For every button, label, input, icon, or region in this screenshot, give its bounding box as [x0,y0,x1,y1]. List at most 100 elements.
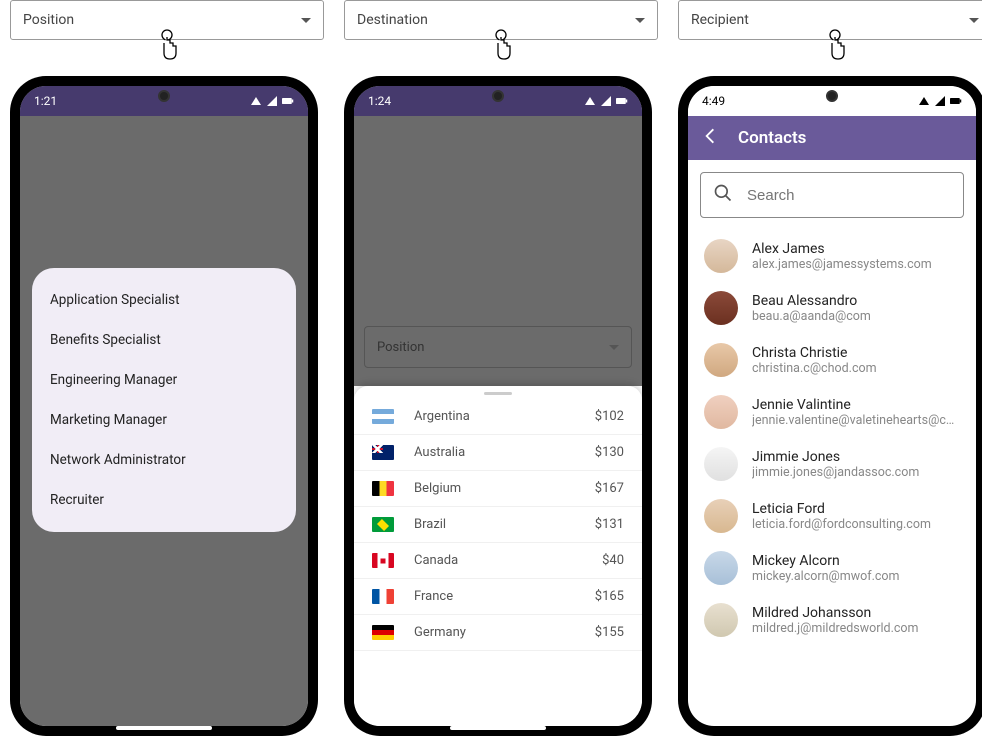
status-icons [918,95,962,107]
nav-pill [784,726,880,730]
country-price: $155 [595,625,624,640]
country-row[interactable]: Canada$40 [354,543,642,579]
recipient-dropdown[interactable]: Recipient [678,0,982,40]
phone-screen-3: 4:49 Contacts [688,86,976,726]
country-name: Germany [414,625,595,640]
contact-name: Jennie Valintine [752,397,960,413]
country-row[interactable]: Brazil$131 [354,507,642,543]
contact-row[interactable]: Mildred Johanssonmildred.j@mildredsworld… [688,594,976,646]
contact-name: Mickey Alcorn [752,553,960,569]
country-name: France [414,589,595,604]
contact-email: christina.c@chod.com [752,361,960,376]
status-time: 1:21 [34,94,57,108]
nav-pill [116,726,212,730]
country-price: $130 [595,445,624,460]
contact-row[interactable]: Mickey Alcornmickey.alcorn@mwof.com [688,542,976,594]
country-price: $131 [595,517,624,532]
contact-list: Alex Jamesalex.james@jamessystems.com Bea… [688,230,976,656]
pointer-cursor-icon [821,29,849,67]
contacts-appbar: Contacts [688,116,976,160]
contact-row[interactable]: Christa Christiechristina.c@chod.com [688,334,976,386]
contact-name: Alex James [752,241,960,257]
phone-screen-1: 1:21 Application Specialist Benefits Spe… [20,86,308,726]
contact-email: leticia.ford@fordconsulting.com [752,517,960,532]
search-box[interactable] [700,172,964,218]
flag-icon [372,553,394,568]
contact-row[interactable]: Beau Alessandrobeau.a@aanda@com [688,282,976,334]
contact-name: Christa Christie [752,345,960,361]
position-popup-list: Application Specialist Benefits Speciali… [32,268,296,532]
destination-dropdown[interactable]: Destination [344,0,658,40]
country-row[interactable]: Argentina$102 [354,399,642,435]
position-field-behind[interactable]: Position [364,326,632,368]
dropdown-label: Destination [357,12,428,28]
popup-item[interactable]: Benefits Specialist [32,320,296,360]
avatar [704,603,738,637]
chevron-down-icon [635,18,645,23]
contact-info: Christa Christiechristina.c@chod.com [752,345,960,376]
country-name: Australia [414,445,595,460]
phone-mockup-2: 1:24 Position Argentina$102Australia$130… [344,76,652,736]
country-row[interactable]: Belgium$167 [354,471,642,507]
contact-name: Jimmie Jones [752,449,960,465]
search-input[interactable] [747,187,951,204]
country-name: Brazil [414,517,595,532]
contact-info: Beau Alessandrobeau.a@aanda@com [752,293,960,324]
popup-item[interactable]: Application Specialist [32,280,296,320]
contact-email: alex.james@jamessystems.com [752,257,960,272]
avatar [704,499,738,533]
nav-pill [450,726,546,730]
contact-email: mickey.alcorn@mwof.com [752,569,960,584]
popup-item[interactable]: Network Administrator [32,440,296,480]
camera-notch [826,90,838,102]
flag-icon [372,481,394,496]
country-row[interactable]: France$165 [354,579,642,615]
avatar [704,291,738,325]
sheet-handle[interactable] [484,392,512,395]
country-row[interactable]: Australia$130 [354,435,642,471]
avatar [704,343,738,377]
contact-email: jennie.valentine@valetinehearts@com [752,413,960,428]
country-row[interactable]: Germany$155 [354,615,642,651]
avatar [704,551,738,585]
contact-row[interactable]: Jimmie Jonesjimmie.jones@jandassoc.com [688,438,976,490]
avatar [704,239,738,273]
popup-item[interactable]: Recruiter [32,480,296,520]
appbar-title: Contacts [738,128,806,148]
chevron-down-icon [609,345,619,350]
contact-info: Mickey Alcornmickey.alcorn@mwof.com [752,553,960,584]
contact-row[interactable]: Leticia Fordleticia.ford@fordconsulting.… [688,490,976,542]
contact-name: Beau Alessandro [752,293,960,309]
contact-row[interactable]: Jennie Valintinejennie.valentine@valetin… [688,386,976,438]
country-list: Argentina$102Australia$130Belgium$167Bra… [354,399,642,651]
contact-info: Jennie Valintinejennie.valentine@valetin… [752,397,960,428]
dropdown-label: Recipient [691,12,749,28]
chevron-down-icon [301,18,311,23]
back-arrow-icon[interactable] [700,126,720,150]
dimmed-top: 1:24 Position [354,86,642,386]
country-price: $167 [595,481,624,496]
country-name: Canada [414,553,602,568]
popup-item[interactable]: Marketing Manager [32,400,296,440]
column-recipient: Recipient 4:49 Contacts [678,0,982,40]
contact-row[interactable]: Alex Jamesalex.james@jamessystems.com [688,230,976,282]
country-price: $102 [595,409,624,424]
position-dropdown[interactable]: Position [10,0,324,40]
destination-bottom-sheet: Argentina$102Australia$130Belgium$167Bra… [354,386,642,726]
chevron-down-icon [969,18,979,23]
contact-info: Leticia Fordleticia.ford@fordconsulting.… [752,501,960,532]
contact-email: mildred.j@mildredsworld.com [752,621,960,636]
contact-email: beau.a@aanda@com [752,309,960,324]
contact-email: jimmie.jones@jandassoc.com [752,465,960,480]
contact-info: Mildred Johanssonmildred.j@mildredsworld… [752,605,960,636]
contact-name: Mildred Johansson [752,605,960,621]
flag-icon [372,517,394,532]
pointer-cursor-icon [487,29,515,67]
country-price: $165 [595,589,624,604]
flag-icon [372,625,394,640]
status-time: 1:24 [368,94,391,108]
status-icons [250,95,294,107]
phone-screen-2: 1:24 Position Argentina$102Australia$130… [354,86,642,726]
status-icons [584,95,628,107]
popup-item[interactable]: Engineering Manager [32,360,296,400]
